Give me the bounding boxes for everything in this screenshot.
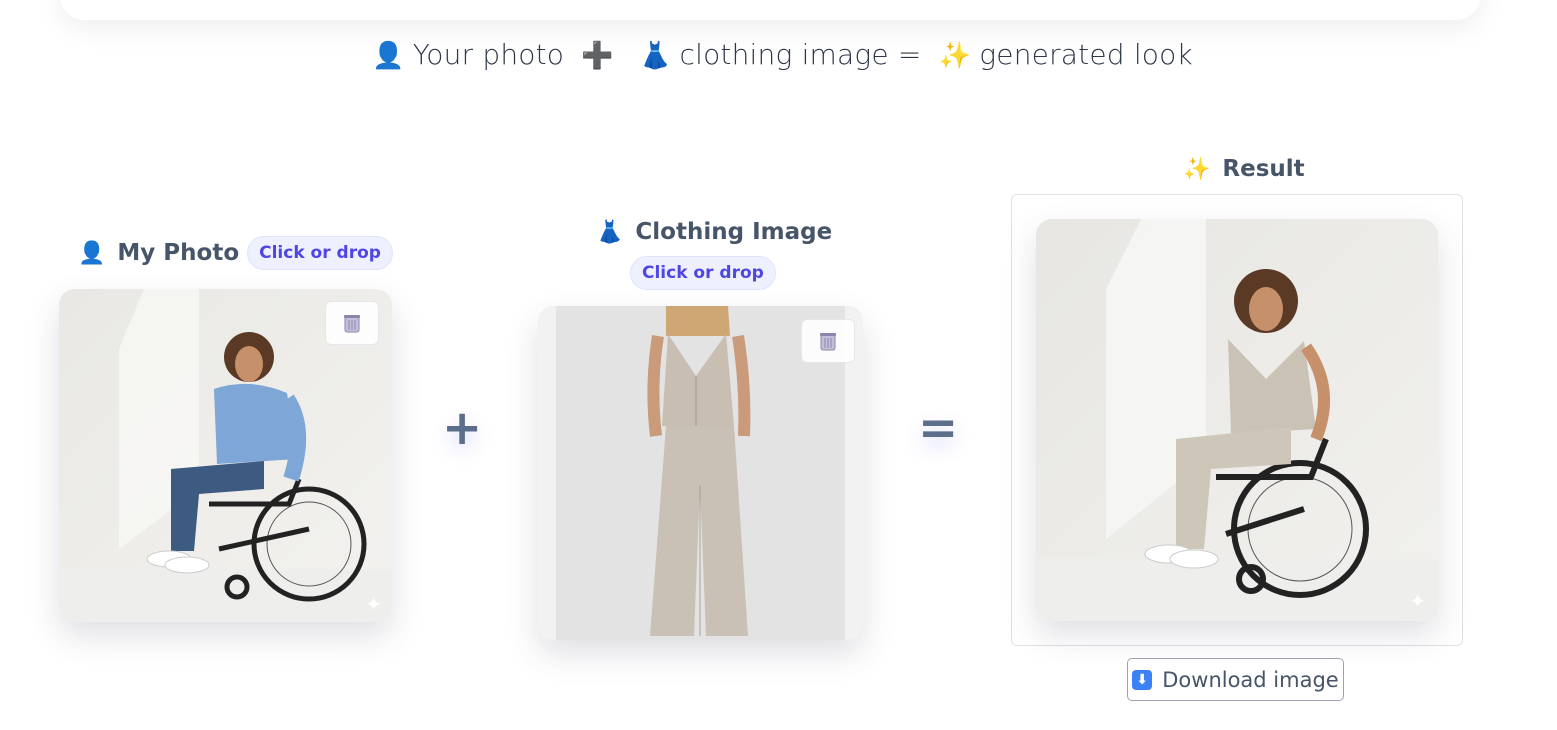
plus-operator: +: [442, 400, 483, 456]
dress-emoji: 👗: [638, 41, 672, 71]
plus-emoji: ➕: [581, 41, 614, 71]
tagline-part-3: generated look: [979, 38, 1193, 71]
my-photo-delete-button[interactable]: [325, 301, 379, 345]
download-button[interactable]: ⬇ Download image: [1127, 658, 1344, 701]
trash-icon: [344, 315, 360, 333]
top-panel-shadow: [60, 0, 1480, 20]
person-icon: 👤: [78, 240, 106, 266]
trash-icon: [820, 333, 836, 351]
tagline-part-1: Your photo: [412, 38, 565, 71]
clothing-upload-button[interactable]: Click or drop: [630, 256, 776, 290]
sparkle-icon: ✦: [1409, 589, 1426, 613]
sparkle-icon: ✦: [365, 592, 382, 616]
sparkle-icon: ✨: [1183, 156, 1211, 182]
download-arrow-icon: ⬇: [1132, 669, 1153, 690]
my-photo-upload-button[interactable]: Click or drop: [247, 236, 393, 270]
clothing-header: 👗 Clothing Image: [596, 219, 832, 245]
my-photo-label: My Photo: [117, 240, 240, 266]
my-photo-header: 👤 My Photo Click or drop: [78, 236, 393, 270]
result-label: Result: [1222, 156, 1305, 182]
tagline: 👤 Your photo ➕ 👗 clothing image = ✨ generat…: [0, 38, 1557, 71]
clothing-label: Clothing Image: [635, 219, 833, 245]
tagline-part-2: clothing image =: [679, 38, 922, 71]
equals-operator: =: [918, 400, 959, 456]
result-image: [1036, 219, 1438, 621]
my-photo-card[interactable]: ✦: [59, 289, 392, 622]
dress-icon: 👗: [596, 219, 624, 245]
clothing-card[interactable]: [538, 306, 863, 640]
result-card: ✦: [1036, 219, 1438, 621]
result-header: ✨ Result: [1183, 156, 1305, 182]
clothing-delete-button[interactable]: [801, 319, 855, 363]
download-label: Download image: [1162, 667, 1339, 692]
person-emoji: 👤: [372, 41, 405, 71]
sparkle-emoji: ✨: [938, 41, 972, 71]
